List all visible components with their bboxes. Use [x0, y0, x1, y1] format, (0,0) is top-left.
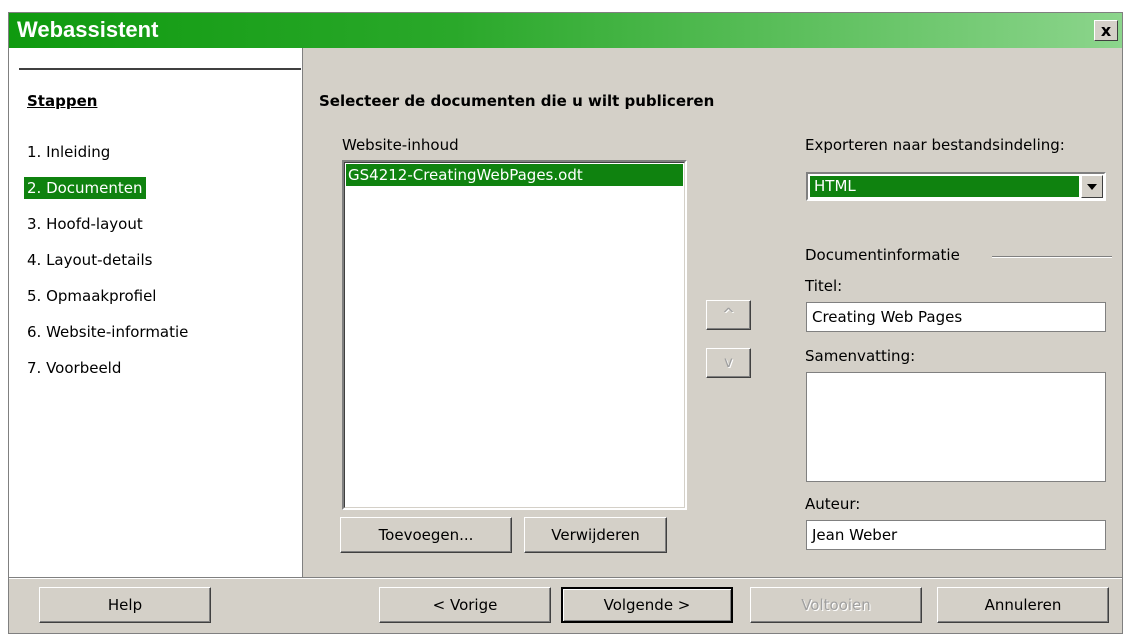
step-style[interactable]: 5. Opmaakprofiel: [24, 285, 159, 307]
author-input[interactable]: Jean Weber: [806, 520, 1106, 550]
chevron-down-icon: v: [724, 353, 733, 371]
author-label: Auteur:: [805, 495, 861, 513]
title-input[interactable]: Creating Web Pages: [806, 302, 1106, 332]
close-button[interactable]: x: [1094, 20, 1118, 41]
chevron-up-icon: ^: [722, 305, 735, 323]
summary-textarea[interactable]: [806, 372, 1106, 482]
previous-button[interactable]: < Vorige: [379, 587, 551, 623]
summary-label: Samenvatting:: [805, 347, 916, 365]
step-intro[interactable]: 1. Inleiding: [24, 141, 113, 163]
dropdown-arrow-icon[interactable]: [1081, 175, 1103, 198]
steps-heading: Stappen: [27, 92, 98, 110]
step-layout-details[interactable]: 4. Layout-details: [24, 249, 155, 271]
page-title: Selecteer de documenten die u wilt publi…: [319, 92, 715, 110]
title-bar[interactable]: Webassistent x: [9, 13, 1122, 48]
document-info-divider: [992, 256, 1112, 258]
list-item[interactable]: GS4212-CreatingWebPages.odt: [346, 164, 683, 186]
export-format-select[interactable]: HTML: [806, 172, 1106, 201]
finish-button[interactable]: Voltooien: [750, 587, 922, 623]
footer-separator: [9, 577, 1122, 579]
move-up-button[interactable]: ^: [706, 300, 751, 330]
next-button[interactable]: Volgende >: [561, 587, 733, 623]
document-info-label: Documentinformatie: [805, 246, 960, 264]
web-wizard-dialog: Webassistent x Stappen 1. Inleiding 2. D…: [8, 12, 1123, 634]
remove-button[interactable]: Verwijderen: [524, 517, 667, 553]
cancel-button[interactable]: Annuleren: [937, 587, 1109, 623]
export-format-value: HTML: [810, 176, 1079, 197]
step-documents[interactable]: 2. Documenten: [24, 177, 146, 199]
website-content-label: Website-inhoud: [342, 136, 459, 154]
move-down-button[interactable]: v: [706, 348, 751, 378]
help-button[interactable]: Help: [39, 587, 211, 623]
steps-divider: [19, 68, 301, 70]
window-title: Webassistent: [17, 17, 159, 42]
website-content-list[interactable]: GS4212-CreatingWebPages.odt: [342, 160, 687, 510]
add-button[interactable]: Toevoegen...: [340, 517, 512, 553]
steps-panel: Stappen 1. Inleiding 2. Documenten 3. Ho…: [9, 48, 303, 577]
step-preview[interactable]: 7. Voorbeeld: [24, 357, 124, 379]
step-website-info[interactable]: 6. Website-informatie: [24, 321, 191, 343]
export-format-label: Exporteren naar bestandsindeling:: [805, 136, 1065, 154]
title-label: Titel:: [805, 277, 843, 295]
step-main-layout[interactable]: 3. Hoofd-layout: [24, 213, 146, 235]
